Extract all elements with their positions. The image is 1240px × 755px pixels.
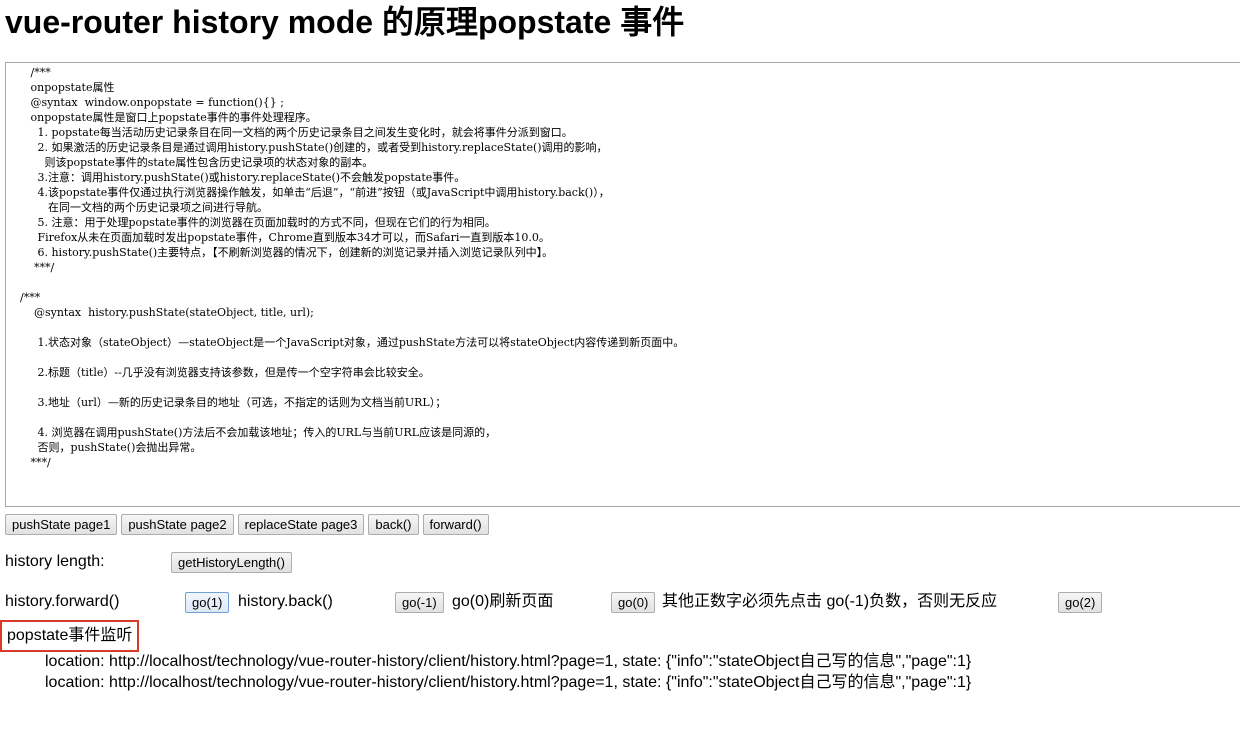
go-1-button[interactable]: go(1) xyxy=(185,592,230,613)
go0-refresh-label: go(0)刷新页面 xyxy=(452,593,554,610)
go-0-button[interactable]: go(0) xyxy=(611,592,656,613)
replace-state-page3-button[interactable]: replaceState page3 xyxy=(237,514,365,535)
go-minus-1-button[interactable]: go(-1) xyxy=(395,592,444,613)
page-title: vue-router history mode 的原理popstate 事件 xyxy=(5,4,685,40)
push-state-page2-button[interactable]: pushState page2 xyxy=(121,514,234,535)
popstate-listener-label: popstate事件监听 xyxy=(0,620,140,652)
history-length-row: history length: getHistoryLength() xyxy=(5,551,1235,573)
history-forward-label: history.forward() xyxy=(5,593,120,610)
push-state-page1-button[interactable]: pushState page1 xyxy=(5,514,118,535)
back-button[interactable]: back() xyxy=(368,514,419,535)
log-entry: location: http://localhost/technology/vu… xyxy=(45,653,972,670)
code-textarea[interactable]: /*** onpopstate属性 @syntax window.onpopst… xyxy=(5,62,1240,507)
go-2-button[interactable]: go(2) xyxy=(1058,592,1103,613)
history-length-label: history length: xyxy=(5,553,105,570)
code-content: /*** onpopstate属性 @syntax window.onpopst… xyxy=(20,66,685,469)
popstate-log: location: http://localhost/technology/vu… xyxy=(45,651,971,693)
log-entry: location: http://localhost/technology/vu… xyxy=(45,674,972,691)
history-back-label: history.back() xyxy=(238,593,333,610)
forward-button[interactable]: forward() xyxy=(422,514,489,535)
go-positive-note: 其他正数字必须先点击 go(-1)负数，否则无反应 xyxy=(662,593,998,610)
get-history-length-button[interactable]: getHistoryLength() xyxy=(171,552,292,573)
history-toolbar: pushState page1 pushState page2 replaceS… xyxy=(5,514,489,535)
history-go-row: history.forward() go(1) history.back() g… xyxy=(5,591,1235,613)
